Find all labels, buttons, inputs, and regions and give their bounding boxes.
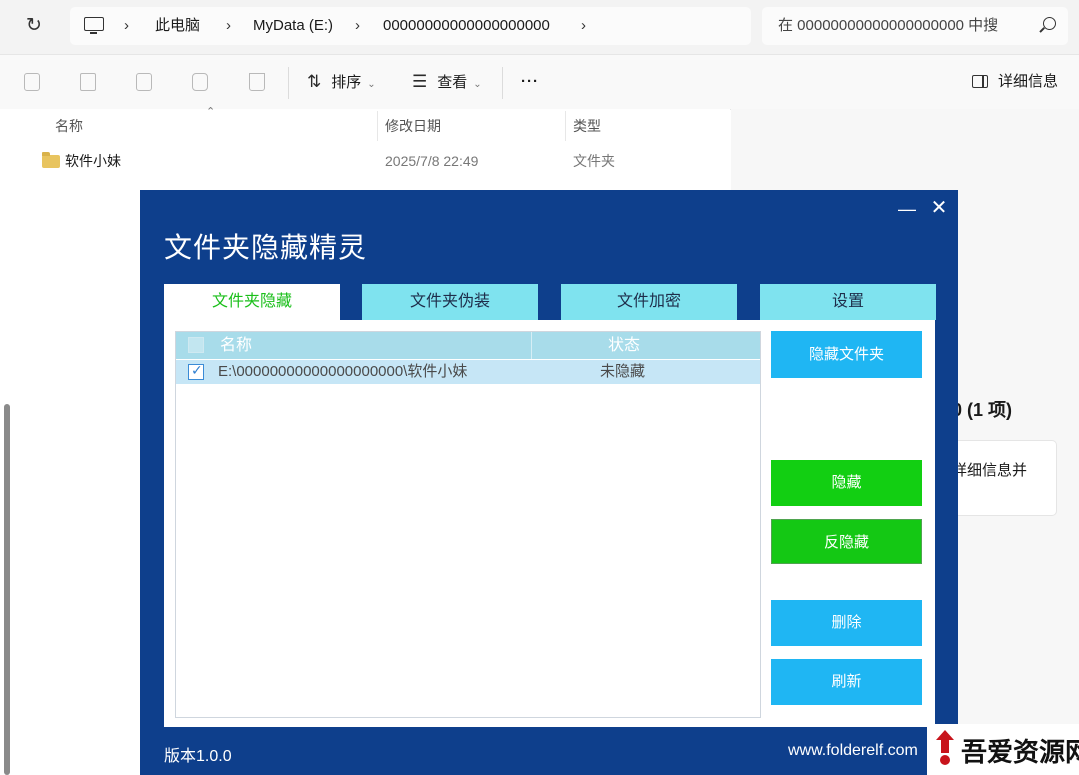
chevron-right-icon[interactable]: › (124, 7, 129, 45)
row-status: 未隐藏 (600, 363, 646, 380)
row-path: E:\00000000000000000000\软件小妹 (218, 363, 468, 380)
column-header-type[interactable]: 类型 (573, 109, 601, 143)
folder-list-header: 名称 状态 (176, 332, 760, 359)
column-header-name[interactable]: 名称 (55, 109, 83, 143)
breadcrumb[interactable]: › 此电脑 › MyData (E:) › 000000000000000000… (70, 7, 751, 45)
details-label: 详细信息 (998, 73, 1059, 90)
delete-icon[interactable] (249, 73, 265, 91)
version-label: 版本1.0.0 (164, 748, 232, 765)
details-pane-count: 0 (1 项) (952, 400, 1013, 420)
share-icon[interactable] (192, 73, 208, 91)
checkmark-icon: ✓ (191, 362, 203, 378)
tab-file-encrypt[interactable]: 文件加密 (561, 284, 737, 320)
watermark-logo: 吾爱资源网 (927, 724, 1079, 775)
sort-button[interactable]: ⇅ 排序 ⌄ (307, 55, 376, 109)
this-pc-icon[interactable] (84, 17, 104, 34)
delete-button[interactable]: 删除 (771, 600, 922, 646)
breadcrumb-item-drive[interactable]: MyData (E:) (253, 7, 333, 45)
search-icon[interactable] (1043, 17, 1056, 30)
column-header-modified[interactable]: 修改日期 (385, 109, 441, 143)
refresh-button[interactable]: 刷新 (771, 659, 922, 705)
watermark-badge-icon (936, 730, 954, 765)
column-header-status[interactable]: 状态 (608, 332, 640, 359)
sort-label: 排序 (331, 74, 362, 91)
tab-settings[interactable]: 设置 (760, 284, 936, 320)
search-placeholder: 在 00000000000000000000 中搜 (778, 17, 999, 34)
file-row-name[interactable]: 软件小妹 (65, 149, 121, 173)
view-label: 查看 (437, 74, 468, 91)
details-pane-icon (972, 75, 988, 88)
search-input[interactable]: 在 00000000000000000000 中搜 (762, 7, 1068, 45)
command-bar: ⇅ 排序 ⌄ ☰ 查看 ⌄ ··· 详细信息 (0, 54, 1079, 110)
toolbar-divider (288, 67, 289, 99)
breadcrumb-item-this-pc[interactable]: 此电脑 (155, 7, 200, 45)
chevron-right-icon[interactable]: › (581, 7, 586, 45)
file-row-type: 文件夹 (573, 153, 615, 169)
view-button[interactable]: ☰ 查看 ⌄ (412, 55, 482, 109)
hide-folder-button[interactable]: 隐藏文件夹 (771, 331, 922, 378)
website-link[interactable]: www.folderelf.com (788, 742, 918, 760)
chevron-right-icon[interactable]: › (226, 7, 231, 45)
column-divider[interactable] (377, 111, 378, 141)
row-checkbox[interactable]: ✓ (188, 362, 204, 380)
folder-icon (42, 152, 60, 168)
breadcrumb-item-folder[interactable]: 00000000000000000000 (383, 7, 550, 45)
chevron-right-icon[interactable]: › (355, 7, 360, 45)
details-pane-card-text: 详细信息并 (952, 462, 1028, 479)
tab-folder-hide[interactable]: 文件夹隐藏 (164, 284, 340, 320)
rename-icon[interactable] (136, 73, 152, 91)
address-bar-row: ↻ › 此电脑 › MyData (E:) › 0000000000000000… (0, 0, 1079, 54)
sort-ascending-icon: ⌃ (206, 106, 216, 118)
copy-icon[interactable] (24, 73, 40, 91)
table-row[interactable]: ✓ E:\00000000000000000000\软件小妹 未隐藏 (176, 360, 760, 384)
scrollbar[interactable] (4, 404, 10, 775)
folder-hider-window: — ✕ 文件夹隐藏精灵 文件夹隐藏 文件夹伪装 文件加密 设置 名称 状态 ✓ … (140, 190, 958, 775)
window-title: 文件夹隐藏精灵 (164, 232, 368, 263)
tab-panel: 名称 状态 ✓ E:\00000000000000000000\软件小妹 未隐藏… (164, 320, 935, 727)
column-divider[interactable] (531, 332, 532, 359)
refresh-icon[interactable]: ↻ (22, 14, 46, 38)
hide-button[interactable]: 隐藏 (771, 460, 922, 506)
more-options-button[interactable]: ··· (521, 55, 539, 109)
tab-folder-disguise[interactable]: 文件夹伪装 (362, 284, 538, 320)
details-pane-button[interactable]: 详细信息 (972, 55, 1058, 109)
details-pane-card: 详细信息并 (952, 440, 1057, 516)
select-all-checkbox[interactable] (188, 337, 204, 353)
paste-icon[interactable] (80, 73, 96, 91)
chevron-down-icon: ⌄ (367, 79, 376, 90)
view-icon: ☰ (412, 72, 428, 91)
chevron-down-icon: ⌄ (473, 79, 482, 90)
toolbar-divider (502, 67, 503, 99)
column-header-name[interactable]: 名称 (220, 332, 252, 359)
unhide-button[interactable]: 反隐藏 (771, 519, 922, 564)
watermark-text: 吾爱资源网 (961, 738, 1079, 768)
sort-icon: ⇅ (307, 72, 322, 91)
file-row-modified: 2025/7/8 22:49 (385, 153, 479, 169)
folder-list[interactable]: 名称 状态 ✓ E:\00000000000000000000\软件小妹 未隐藏 (175, 331, 761, 718)
column-divider[interactable] (565, 111, 566, 141)
close-icon[interactable]: ✕ (930, 198, 948, 218)
minimize-icon[interactable]: — (898, 200, 916, 218)
